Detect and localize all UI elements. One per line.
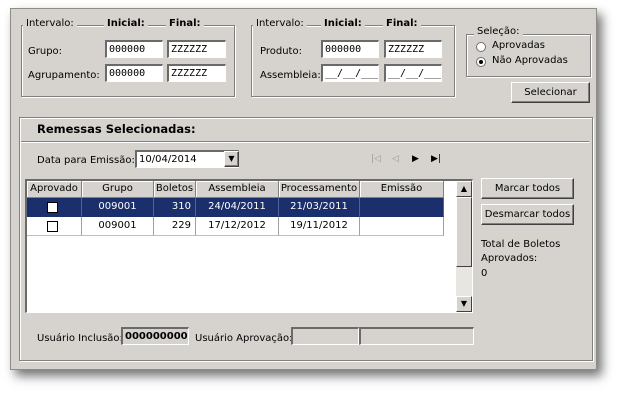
chevron-down-icon: ▼	[228, 154, 235, 163]
scroll-up-button[interactable]: ▲	[456, 181, 472, 197]
remessas-table[interactable]: Aprovado Grupo Boletos Assembleia Proces…	[25, 179, 473, 313]
user-approval-label: Usuário Aprovação:	[195, 333, 293, 344]
product-label: Produto:	[260, 46, 302, 57]
user-inclusion-label: Usuário Inclusão:	[37, 333, 123, 344]
grouping-label: Agrupamento:	[28, 70, 100, 81]
final-header-right: Final:	[383, 18, 421, 29]
final-header-left: Final:	[166, 18, 204, 29]
unmark-all-button[interactable]: Desmarcar todos	[481, 204, 574, 225]
total-approved-label-1: Total de Boletos	[481, 239, 561, 250]
table-row[interactable]: 009001 310 24/04/2011 21/03/2011	[27, 198, 444, 217]
assembly-initial-field[interactable]: __/__/____	[321, 64, 379, 82]
last-record-icon[interactable]: ▶|	[431, 154, 441, 164]
aprovado-cell[interactable]	[27, 217, 82, 236]
user-inclusion-field: 0000000000	[121, 327, 189, 345]
emission-date-dropdown[interactable]: ▼	[224, 151, 239, 167]
processamento-cell: 19/11/2012	[279, 217, 360, 236]
selection-legend: Seleção:	[474, 26, 523, 37]
product-initial-field[interactable]: 000000	[321, 40, 379, 58]
grupo-cell: 009001	[82, 198, 154, 217]
emission-date-label: Data para Emissão:	[37, 155, 135, 166]
scroll-thumb[interactable]	[456, 197, 472, 267]
total-approved-label-2: Aprovados:	[481, 253, 538, 264]
vertical-scrollbar[interactable]: ▲ ▼	[456, 181, 472, 312]
remessas-title: Remessas Selecionadas:	[37, 122, 196, 136]
assembleia-cell: 24/04/2011	[196, 198, 279, 217]
scroll-down-button[interactable]: ▼	[456, 296, 472, 312]
group-final-field[interactable]: ZZZZZZ	[167, 40, 226, 58]
window: Intervalo: Inicial: Final: Grupo: 000000…	[10, 8, 597, 370]
processamento-cell: 21/03/2011	[279, 198, 360, 217]
not-approved-radio-label[interactable]: Não Aprovadas	[492, 55, 568, 66]
approve-checkbox[interactable]	[47, 202, 58, 213]
arrow-down-icon: ▼	[460, 299, 468, 308]
group-initial-field[interactable]: 000000	[105, 40, 163, 58]
assembleia-cell: 17/12/2012	[196, 217, 279, 236]
column-header-emissao[interactable]: Emissão	[360, 181, 444, 198]
user-approval-field	[291, 327, 359, 345]
table-row[interactable]: 009001 229 17/12/2012 19/11/2012	[27, 217, 444, 236]
total-approved-value: 0	[481, 268, 488, 279]
boletos-cell: 310	[154, 198, 196, 217]
grupo-cell: 009001	[82, 217, 154, 236]
initial-header-right: Inicial:	[321, 18, 365, 29]
next-record-icon[interactable]: ▶	[412, 154, 419, 164]
assembly-label: Assembleia:	[260, 70, 321, 81]
grouping-initial-field[interactable]: 000000	[105, 64, 163, 82]
interval-legend-right: Intervalo:	[253, 18, 307, 29]
emissao-cell	[360, 217, 444, 236]
product-final-field[interactable]: ZZZZZZ	[384, 40, 442, 58]
initial-header-left: Inicial:	[104, 18, 148, 29]
group-label: Grupo:	[28, 46, 63, 57]
not-approved-radio[interactable]	[476, 57, 486, 67]
user-approval-name-field	[359, 327, 474, 345]
interval-group-right	[251, 25, 455, 97]
column-header-boletos[interactable]: Boletos	[154, 181, 196, 198]
approved-radio-label[interactable]: Aprovadas	[492, 40, 545, 51]
aprovado-cell[interactable]	[27, 198, 82, 217]
mark-all-button[interactable]: Marcar todos	[481, 178, 574, 199]
column-header-assembleia[interactable]: Assembleia	[196, 181, 279, 198]
interval-group-left	[21, 25, 235, 97]
approved-radio[interactable]	[476, 42, 486, 52]
approve-checkbox[interactable]	[47, 221, 58, 232]
assembly-final-field[interactable]: __/__/____	[384, 64, 442, 82]
select-button[interactable]: Selecionar	[511, 82, 590, 103]
column-header-grupo[interactable]: Grupo	[82, 181, 154, 198]
first-record-icon[interactable]: |◁	[371, 154, 381, 164]
previous-record-icon[interactable]: ◁	[392, 154, 399, 164]
emissao-cell	[360, 198, 444, 217]
interval-legend-left: Intervalo:	[23, 18, 77, 29]
boletos-cell: 229	[154, 217, 196, 236]
grouping-final-field[interactable]: ZZZZZZ	[167, 64, 226, 82]
column-header-processamento[interactable]: Processamento	[279, 181, 360, 198]
arrow-up-icon: ▲	[460, 184, 468, 193]
column-header-aprovado[interactable]: Aprovado	[27, 181, 82, 198]
